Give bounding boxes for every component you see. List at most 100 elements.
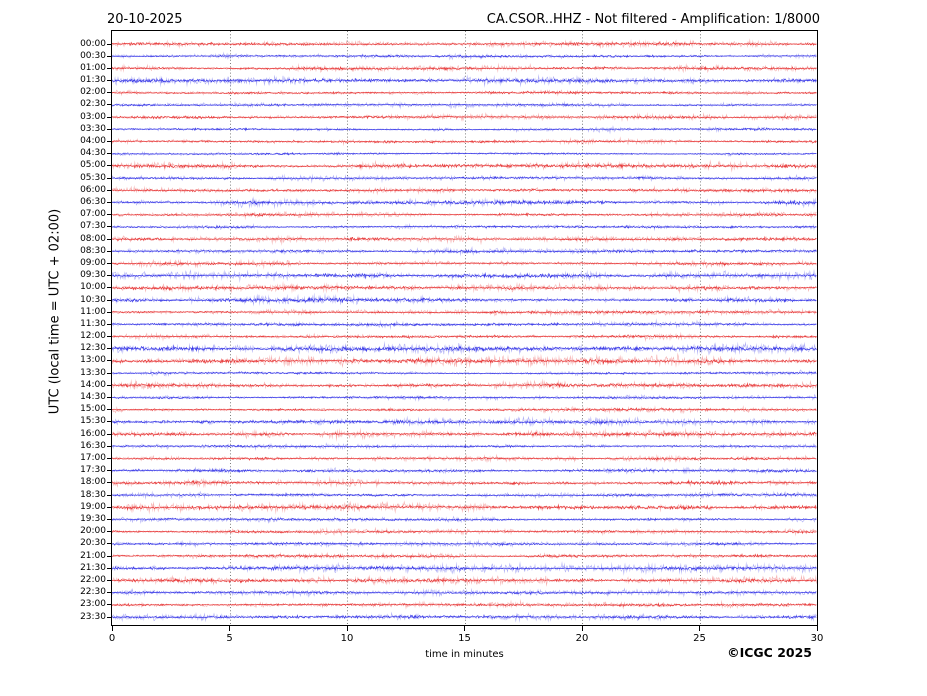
y-tick-label: 10:30 xyxy=(80,294,106,305)
x-tick-label: 0 xyxy=(108,633,116,644)
x-tick-label: 15 xyxy=(458,633,471,644)
x-tick-mark xyxy=(346,626,348,631)
y-tick-label: 16:00 xyxy=(80,428,106,439)
seismogram-traces xyxy=(112,31,817,625)
y-tick-label: 18:00 xyxy=(80,477,106,488)
y-tick-mark xyxy=(107,579,112,581)
y-tick-label: 19:30 xyxy=(80,513,106,524)
y-tick-mark xyxy=(107,506,112,508)
y-tick-mark xyxy=(107,189,112,191)
y-tick-mark xyxy=(107,43,112,45)
y-tick-label: 04:30 xyxy=(80,148,106,159)
y-tick-label: 03:30 xyxy=(80,123,106,134)
y-tick-label: 22:00 xyxy=(80,574,106,585)
y-tick-mark xyxy=(107,433,112,435)
y-axis-label: UTC (local time = UTC + 02:00) xyxy=(47,208,63,415)
y-tick-mark xyxy=(107,128,112,130)
y-tick-mark xyxy=(107,482,112,484)
y-tick-mark xyxy=(107,555,112,557)
y-tick-label: 13:30 xyxy=(80,367,106,378)
y-tick-mark xyxy=(107,372,112,374)
y-tick-mark xyxy=(107,92,112,94)
y-tick-mark xyxy=(107,458,112,459)
y-tick-mark xyxy=(107,250,112,252)
y-tick-mark xyxy=(107,153,112,155)
y-tick-mark xyxy=(107,360,112,362)
y-tick-label: 08:00 xyxy=(80,233,106,244)
y-tick-label: 05:30 xyxy=(80,172,106,183)
y-tick-label: 12:00 xyxy=(80,331,106,342)
y-tick-mark xyxy=(107,141,112,143)
x-tick-mark xyxy=(229,626,230,631)
y-tick-label: 18:30 xyxy=(80,489,106,500)
x-axis-label: time in minutes xyxy=(425,649,504,660)
y-tick-mark xyxy=(107,323,112,325)
y-tick-mark xyxy=(107,470,112,472)
x-tick-label: 25 xyxy=(693,633,706,644)
y-tick-mark xyxy=(107,80,112,82)
x-tick-label: 30 xyxy=(810,633,824,644)
y-tick-label: 16:30 xyxy=(80,440,106,451)
y-tick-label: 06:30 xyxy=(80,196,106,207)
y-tick-label: 21:00 xyxy=(80,550,106,561)
y-tick-mark xyxy=(107,287,112,289)
y-tick-label: 14:00 xyxy=(80,379,106,390)
y-tick-label: 00:30 xyxy=(80,50,106,61)
y-tick-label: 02:30 xyxy=(80,99,106,110)
y-tick-label: 03:00 xyxy=(80,111,106,122)
helicorder-page: 20-10-2025 CA.CSOR..HHZ - Not filtered -… xyxy=(0,0,927,696)
y-tick-label: 11:30 xyxy=(80,318,106,329)
x-tick-mark xyxy=(581,626,583,631)
y-tick-mark xyxy=(107,55,112,57)
y-tick-label: 01:30 xyxy=(80,75,106,86)
y-tick-mark xyxy=(107,494,112,496)
y-tick-mark xyxy=(107,531,112,533)
x-tick-mark xyxy=(699,626,700,631)
y-tick-mark xyxy=(107,67,112,69)
y-tick-mark xyxy=(107,299,112,301)
y-tick-label: 09:30 xyxy=(80,270,106,281)
y-tick-mark xyxy=(107,518,112,520)
y-tick-mark xyxy=(107,336,112,338)
y-tick-mark xyxy=(107,384,112,386)
station-title: CA.CSOR..HHZ - Not filtered - Amplificat… xyxy=(486,12,820,27)
y-tick-label: 12:30 xyxy=(80,343,106,354)
y-tick-mark xyxy=(107,592,112,594)
x-tick-label: 10 xyxy=(340,633,354,644)
y-tick-label: 06:00 xyxy=(80,184,106,195)
y-tick-label: 08:30 xyxy=(80,245,106,256)
y-tick-label: 15:00 xyxy=(80,404,106,415)
y-tick-label: 00:00 xyxy=(80,38,106,49)
y-tick-label: 05:00 xyxy=(80,160,106,171)
y-tick-mark xyxy=(107,543,112,545)
y-tick-label: 14:30 xyxy=(80,392,106,403)
y-tick-label: 22:30 xyxy=(80,587,106,598)
y-tick-label: 15:30 xyxy=(80,416,106,427)
date-title: 20-10-2025 xyxy=(107,12,183,27)
y-tick-label: 01:00 xyxy=(80,62,106,73)
y-tick-label: 19:00 xyxy=(80,501,106,512)
y-tick-mark xyxy=(107,397,112,399)
y-tick-mark xyxy=(107,116,112,118)
y-tick-mark xyxy=(107,421,112,423)
y-tick-mark xyxy=(107,104,112,106)
y-tick-mark xyxy=(107,262,112,264)
y-tick-label: 07:30 xyxy=(80,221,106,232)
y-tick-label: 04:00 xyxy=(80,136,106,147)
y-tick-label: 09:00 xyxy=(80,257,106,268)
x-tick-mark xyxy=(464,626,465,631)
x-tick-label: 20 xyxy=(575,633,589,644)
y-tick-label: 21:30 xyxy=(80,562,106,573)
y-tick-mark xyxy=(107,238,112,240)
y-tick-label: 23:30 xyxy=(80,611,106,622)
y-tick-mark xyxy=(107,165,112,167)
y-tick-mark xyxy=(107,214,112,216)
y-tick-mark xyxy=(107,177,112,179)
y-tick-label: 11:00 xyxy=(80,306,106,317)
x-tick-mark xyxy=(816,626,818,631)
y-tick-mark xyxy=(107,567,112,569)
y-tick-mark xyxy=(107,275,112,277)
y-tick-label: 17:00 xyxy=(80,453,106,463)
y-tick-mark xyxy=(107,201,112,203)
y-tick-label: 02:00 xyxy=(80,87,106,98)
